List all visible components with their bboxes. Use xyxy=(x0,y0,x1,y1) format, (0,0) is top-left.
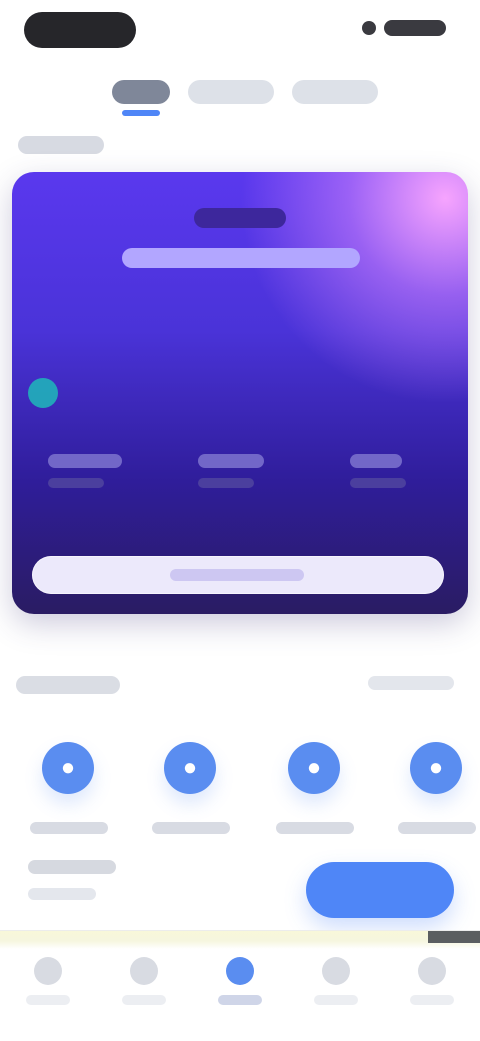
nav-corner-accent xyxy=(428,931,480,943)
tab-tertiary[interactable] xyxy=(292,80,378,104)
hero-stats xyxy=(48,454,436,514)
nav-item-active[interactable] xyxy=(192,949,288,1019)
shortcuts-title xyxy=(16,676,120,694)
status-time-pill xyxy=(24,12,136,48)
shortcut-item[interactable]: ● xyxy=(134,730,244,840)
shortcut-row: ● ● ● ● xyxy=(0,730,480,840)
nav-label xyxy=(122,995,166,1005)
shortcut-label xyxy=(276,822,354,834)
see-all-link[interactable] xyxy=(368,676,454,690)
shortcut-label xyxy=(30,822,108,834)
promo-button[interactable] xyxy=(306,862,454,918)
hero-stat-value xyxy=(350,454,402,468)
shortcut-icon: ● xyxy=(42,742,94,794)
hero-stat-label xyxy=(350,478,406,488)
promo-title xyxy=(28,860,116,874)
hero-stat-value xyxy=(48,454,122,468)
teal-accent-icon xyxy=(28,378,58,408)
nav-label xyxy=(26,995,70,1005)
tab-secondary[interactable] xyxy=(188,80,275,104)
hero-action-button[interactable] xyxy=(32,556,444,594)
hero-stat xyxy=(198,454,290,488)
signal-icon xyxy=(362,21,376,35)
nav-label xyxy=(410,995,454,1005)
hero-stat-label xyxy=(48,478,104,488)
battery-icon xyxy=(384,20,446,36)
nav-item[interactable] xyxy=(384,949,480,1019)
nav-icon xyxy=(130,957,158,985)
nav-icon xyxy=(322,957,350,985)
shortcut-item[interactable]: ● xyxy=(258,730,368,840)
nav-label xyxy=(218,995,262,1005)
shortcut-label xyxy=(152,822,230,834)
nav-icon xyxy=(226,957,254,985)
top-tabs xyxy=(112,80,378,116)
bottom-navigation xyxy=(0,930,480,1041)
shortcut-item[interactable]: ● xyxy=(380,730,480,840)
status-indicators xyxy=(362,20,446,36)
promo-subtitle xyxy=(28,888,96,900)
shortcut-icon: ● xyxy=(410,742,462,794)
hero-stat-value xyxy=(198,454,264,468)
shortcut-icon: ● xyxy=(164,742,216,794)
section-label xyxy=(18,136,104,154)
hero-stat xyxy=(350,454,442,488)
hero-chip xyxy=(194,208,286,228)
hero-stat xyxy=(48,454,140,488)
shortcut-label xyxy=(398,822,476,834)
nav-icon xyxy=(34,957,62,985)
hero-action-label-bar xyxy=(170,569,304,581)
nav-item[interactable] xyxy=(0,949,96,1019)
nav-icon xyxy=(418,957,446,985)
status-bar xyxy=(0,0,480,64)
active-tab-indicator xyxy=(122,110,160,116)
hero-stat-label xyxy=(198,478,254,488)
shortcut-icon: ● xyxy=(288,742,340,794)
nav-label xyxy=(314,995,358,1005)
tab-primary[interactable] xyxy=(112,80,171,116)
nav-item[interactable] xyxy=(96,949,192,1019)
nav-item[interactable] xyxy=(288,949,384,1019)
hero-title xyxy=(122,248,360,268)
hero-card[interactable] xyxy=(12,172,468,614)
shortcut-item[interactable]: ● xyxy=(12,730,122,840)
